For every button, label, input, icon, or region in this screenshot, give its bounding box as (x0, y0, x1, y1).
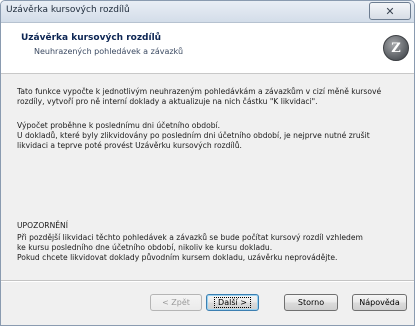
close-icon: ✕ (385, 4, 395, 18)
help-button-label: Nápověda (359, 298, 400, 307)
cancel-button[interactable]: Storno (284, 294, 338, 311)
back-button[interactable]: < Zpět (150, 294, 202, 311)
window-title: Uzávěrka kursových rozdílů (6, 5, 130, 15)
calculation-paragraph: Výpočet proběhne k poslednímu dni účetní… (17, 121, 370, 150)
app-logo-icon: Z (383, 35, 409, 61)
next-button[interactable]: Další > (206, 294, 259, 311)
back-button-label: < Zpět (162, 298, 190, 307)
warning-paragraph: Při pozdější likvidaci těchto pohledávek… (17, 233, 363, 262)
next-button-label: Další > (214, 297, 251, 308)
title-bar[interactable]: Uzávěrka kursových rozdílů ✕ (1, 1, 414, 23)
description-paragraph: Tato funkce vypočte k jednotlivým neuhra… (17, 87, 382, 106)
help-button[interactable]: Nápověda (352, 294, 407, 311)
dialog-window: Uzávěrka kursových rozdílů ✕ Uzávěrka ku… (0, 0, 415, 326)
wizard-header: Uzávěrka kursových rozdílů Neuhrazených … (1, 23, 414, 74)
wizard-title: Uzávěrka kursových rozdílů (21, 33, 162, 43)
close-button[interactable]: ✕ (369, 2, 411, 20)
cancel-button-label: Storno (297, 298, 325, 307)
wizard-subtitle: Neuhrazených pohledávek a závazků (34, 47, 184, 56)
footer-divider-highlight (1, 281, 414, 282)
logo-letter: Z (391, 40, 401, 56)
warning-heading: UPOZORNĚNÍ (17, 221, 68, 230)
